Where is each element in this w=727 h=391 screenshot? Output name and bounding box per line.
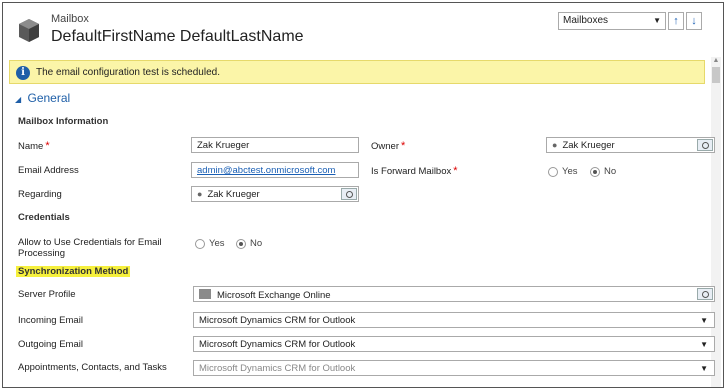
forward-mailbox-label-text: Is Forward Mailbox — [371, 166, 452, 177]
required-marker: * — [453, 165, 458, 177]
email-label: Email Address — [18, 165, 79, 176]
mailbox-icon — [19, 19, 39, 42]
forward-yes-label: Yes — [562, 166, 578, 177]
notification-message: The email configuration test is schedule… — [36, 67, 220, 78]
credentials-no-radio[interactable]: No — [236, 238, 262, 249]
credentials-no-label: No — [250, 238, 263, 249]
server-icon — [199, 289, 211, 299]
record-set-label: Mailboxes — [563, 15, 609, 26]
server-profile-value: Microsoft Exchange Online — [217, 290, 331, 301]
form-header: Mailbox DefaultFirstName DefaultLastName… — [3, 3, 723, 57]
user-icon: ● — [197, 189, 203, 199]
owner-label-text: Owner — [371, 141, 399, 152]
forward-no-label: No — [604, 166, 617, 177]
name-field[interactable]: Zak Krueger — [191, 137, 359, 153]
radio-circle-icon — [195, 238, 205, 249]
credentials-yes-label: Yes — [209, 238, 225, 249]
entity-type-label: Mailbox — [51, 13, 89, 25]
record-set-selector[interactable]: Mailboxes ▼ — [558, 12, 666, 30]
allow-credentials-label: Allow to Use Credentials for Email Proce… — [18, 237, 162, 259]
synchronization-method-heading: Synchronization Method — [16, 266, 131, 277]
previous-record-button[interactable]: ↑ — [668, 12, 684, 30]
chevron-down-icon: ▼ — [700, 340, 708, 349]
server-profile-lookup[interactable]: Microsoft Exchange Online — [193, 286, 715, 302]
chevron-down-icon: ▼ — [700, 316, 708, 325]
radio-circle-icon — [548, 166, 558, 177]
collapse-triangle-icon: ◢ — [15, 95, 22, 104]
section-title: General — [27, 91, 71, 105]
required-marker: * — [45, 140, 50, 152]
email-field[interactable]: admin@abctest.onmicrosoft.com — [191, 162, 359, 178]
regarding-value: Zak Krueger — [207, 189, 260, 200]
name-label-text: Name — [18, 141, 44, 152]
incoming-email-label: Incoming Email — [18, 315, 83, 326]
lookup-search-icon[interactable] — [697, 139, 713, 151]
outgoing-email-select[interactable]: Microsoft Dynamics CRM for Outlook ▼ — [193, 336, 715, 352]
lookup-search-icon[interactable] — [697, 288, 713, 300]
highlighted-heading-text: Synchronization Method — [16, 266, 131, 277]
forward-yes-radio[interactable]: Yes — [548, 166, 578, 177]
owner-value: Zak Krueger — [562, 140, 615, 151]
scroll-up-icon[interactable]: ▲ — [712, 57, 720, 65]
credentials-heading: Credentials — [18, 212, 70, 223]
owner-label: Owner * — [371, 140, 405, 152]
section-toggle-general[interactable]: ◢ General — [15, 91, 70, 105]
incoming-email-value: Microsoft Dynamics CRM for Outlook — [199, 315, 356, 326]
regarding-label: Regarding — [18, 189, 62, 200]
email-link[interactable]: admin@abctest.onmicrosoft.com — [197, 165, 335, 176]
next-record-button[interactable]: ↓ — [686, 12, 702, 30]
chevron-down-icon: ▼ — [700, 364, 708, 373]
user-icon: ● — [552, 140, 558, 150]
radio-selected-icon — [590, 166, 600, 177]
appointments-select[interactable]: Microsoft Dynamics CRM for Outlook ▼ — [193, 360, 715, 376]
name-label: Name * — [18, 140, 50, 152]
mailbox-form: Mailbox DefaultFirstName DefaultLastName… — [2, 2, 724, 388]
lookup-search-icon[interactable] — [341, 188, 357, 200]
mailbox-information-heading: Mailbox Information — [18, 116, 109, 127]
server-profile-label: Server Profile — [18, 289, 76, 300]
appointments-label: Appointments, Contacts, and Tasks — [18, 362, 167, 373]
scroll-thumb[interactable] — [712, 67, 720, 83]
radio-selected-icon — [236, 238, 246, 249]
notification-bar: i The email configuration test is schedu… — [9, 60, 705, 84]
chevron-down-icon: ▼ — [653, 16, 661, 25]
credentials-yes-radio[interactable]: Yes — [195, 238, 225, 249]
forward-no-radio[interactable]: No — [590, 166, 616, 177]
outgoing-email-value: Microsoft Dynamics CRM for Outlook — [199, 339, 356, 350]
owner-lookup[interactable]: ● Zak Krueger — [546, 137, 715, 153]
regarding-lookup[interactable]: ● Zak Krueger — [191, 186, 359, 202]
forward-mailbox-label: Is Forward Mailbox * — [371, 165, 458, 177]
incoming-email-select[interactable]: Microsoft Dynamics CRM for Outlook ▼ — [193, 312, 715, 328]
required-marker: * — [400, 140, 406, 152]
appointments-value: Microsoft Dynamics CRM for Outlook — [199, 363, 356, 374]
record-title: DefaultFirstName DefaultLastName — [51, 28, 304, 45]
info-icon: i — [16, 66, 30, 80]
outgoing-email-label: Outgoing Email — [18, 339, 83, 350]
